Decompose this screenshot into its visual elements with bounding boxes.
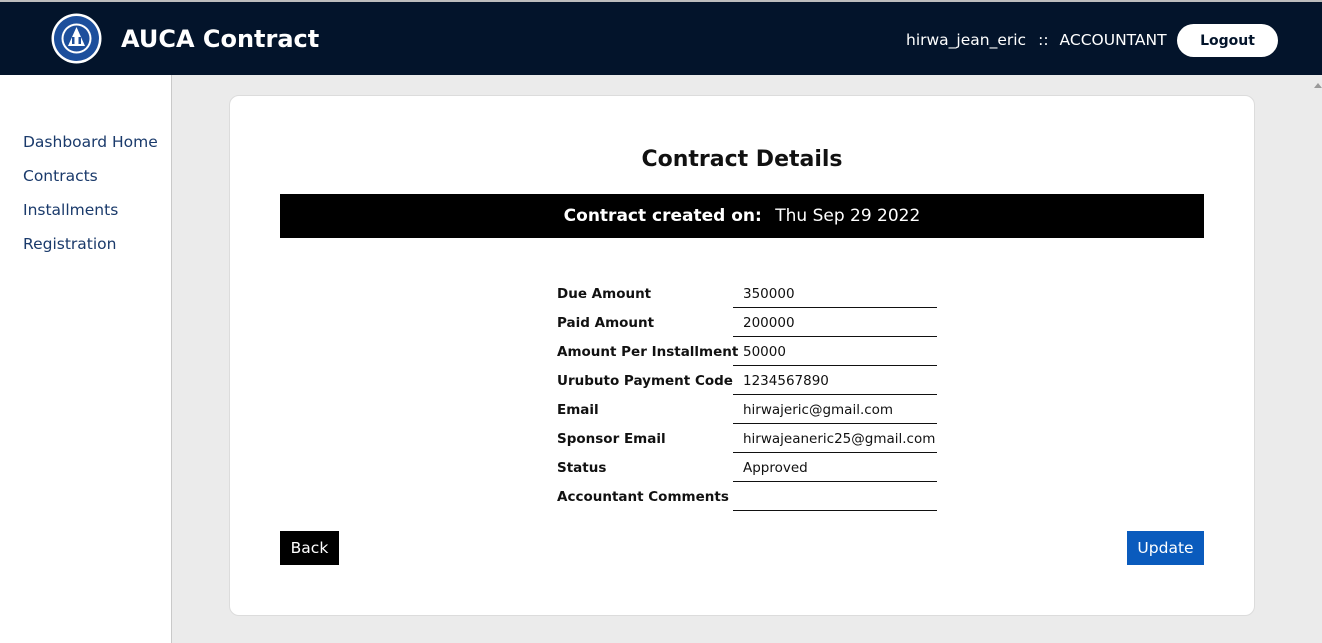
paid-amount-field[interactable]: 200000 bbox=[733, 310, 937, 337]
contract-details-card: Contract Details Contract created on: Th… bbox=[229, 95, 1255, 616]
detail-row-urubuto-payment-code: Urubuto Payment Code 1234567890 bbox=[557, 368, 939, 397]
amount-per-installment-label: Amount Per Installment bbox=[557, 344, 739, 360]
detail-row-email: Email hirwajeric@gmail.com bbox=[557, 397, 939, 426]
back-button[interactable]: Back bbox=[280, 531, 339, 565]
due-amount-field[interactable]: 350000 bbox=[733, 281, 937, 308]
app-title: AUCA Contract bbox=[121, 25, 320, 53]
update-button[interactable]: Update bbox=[1127, 531, 1204, 565]
contract-details-form: Due Amount 350000 Paid Amount 200000 Amo… bbox=[557, 281, 939, 513]
scroll-up-arrow-icon[interactable] bbox=[1314, 83, 1322, 88]
due-amount-label: Due Amount bbox=[557, 286, 652, 302]
detail-row-status: Status Approved bbox=[557, 455, 939, 484]
sponsor-email-label: Sponsor Email bbox=[557, 431, 666, 447]
detail-row-due-amount: Due Amount 350000 bbox=[557, 281, 939, 310]
sidebar-item-registration[interactable]: Registration bbox=[23, 234, 116, 254]
created-date: Thu Sep 29 2022 bbox=[775, 206, 921, 226]
detail-row-paid-amount: Paid Amount 200000 bbox=[557, 310, 939, 339]
paid-amount-label: Paid Amount bbox=[557, 315, 655, 331]
top-header: AUCA Contract hirwa_jean_eric:: ACCOUNTAN… bbox=[0, 0, 1322, 75]
status-field[interactable]: Approved bbox=[733, 455, 937, 482]
auca-logo-icon bbox=[51, 13, 102, 64]
created-label: Contract created on: bbox=[563, 206, 762, 226]
detail-row-sponsor-email: Sponsor Email hirwajeaneric25@gmail.com bbox=[557, 426, 939, 455]
sidebar-item-contracts[interactable]: Contracts bbox=[23, 166, 98, 186]
sidebar-item-installments[interactable]: Installments bbox=[23, 200, 118, 220]
status-label: Status bbox=[557, 460, 607, 476]
detail-row-amount-per-installment: Amount Per Installment 50000 bbox=[557, 339, 939, 368]
email-field[interactable]: hirwajeric@gmail.com bbox=[733, 397, 937, 424]
contract-created-banner: Contract created on: Thu Sep 29 2022 bbox=[280, 194, 1204, 238]
email-label: Email bbox=[557, 402, 599, 418]
user-info: hirwa_jean_eric:: ACCOUNTANT bbox=[906, 30, 1167, 50]
amount-per-installment-field[interactable]: 50000 bbox=[733, 339, 937, 366]
sponsor-email-field[interactable]: hirwajeaneric25@gmail.com bbox=[733, 426, 937, 453]
detail-row-accountant-comments: Accountant Comments bbox=[557, 484, 939, 513]
sidebar-item-dashboard-home[interactable]: Dashboard Home bbox=[23, 132, 158, 152]
urubuto-payment-code-label: Urubuto Payment Code bbox=[557, 373, 733, 389]
user-role: ACCOUNTANT bbox=[1059, 31, 1167, 49]
logout-button[interactable]: Logout bbox=[1177, 24, 1278, 57]
accountant-comments-field[interactable] bbox=[733, 484, 937, 511]
username: hirwa_jean_eric bbox=[906, 31, 1027, 49]
sidebar: Dashboard Home Contracts Installments Re… bbox=[0, 75, 172, 643]
page-title: Contract Details bbox=[641, 147, 843, 172]
user-role-separator: :: bbox=[1038, 31, 1049, 49]
urubuto-payment-code-field[interactable]: 1234567890 bbox=[733, 368, 937, 395]
accountant-comments-label: Accountant Comments bbox=[557, 489, 729, 505]
